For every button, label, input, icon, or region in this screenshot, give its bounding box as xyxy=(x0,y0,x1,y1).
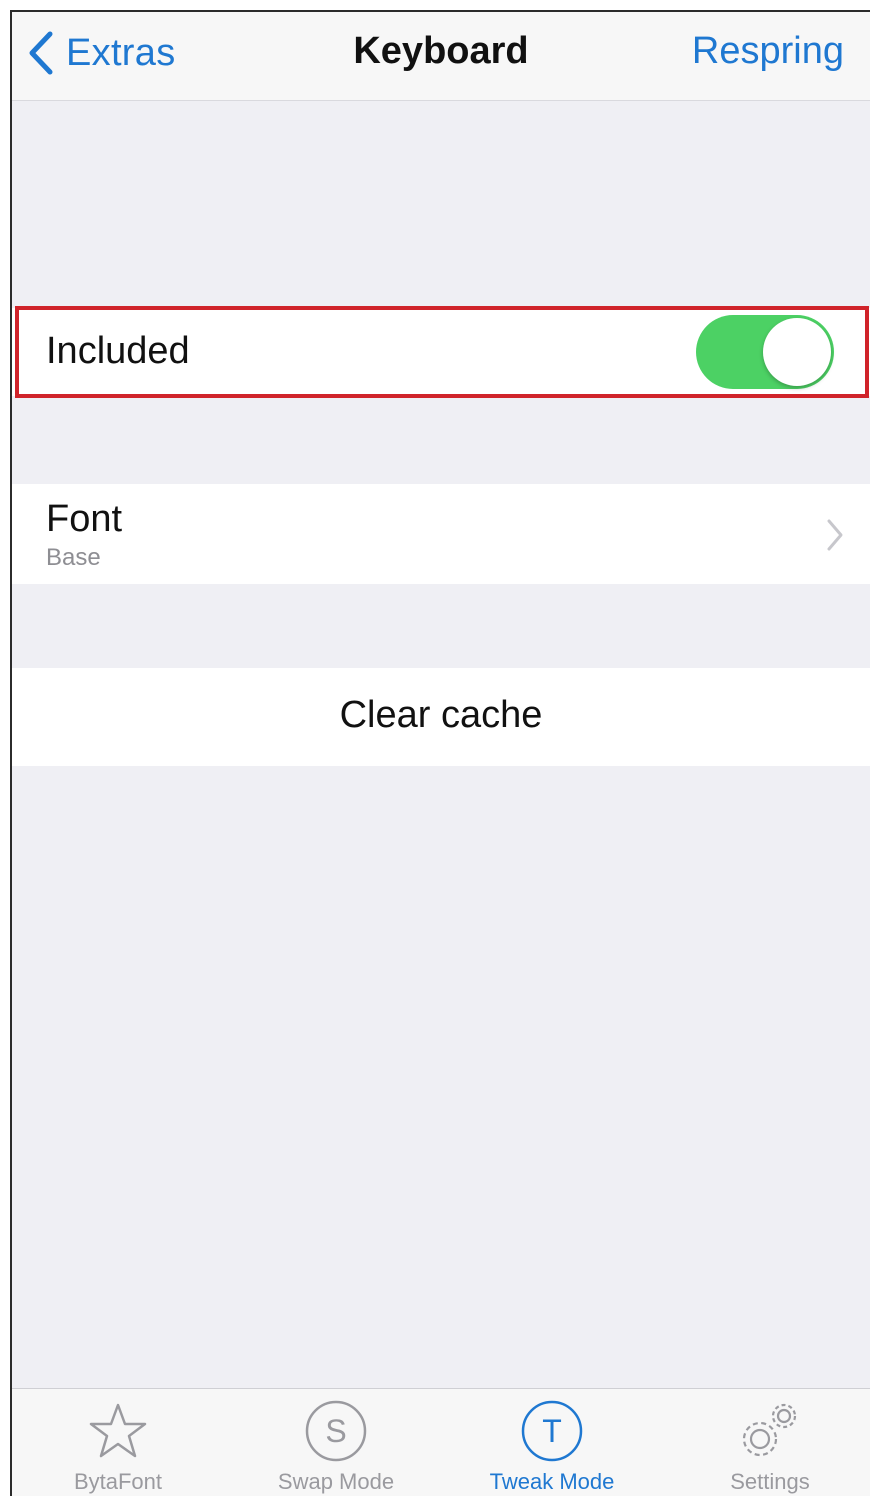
s-circle-icon: S xyxy=(305,1400,367,1462)
gears-icon xyxy=(742,1403,797,1457)
font-value: Base xyxy=(46,544,101,571)
svg-text:S: S xyxy=(325,1413,346,1449)
font-row[interactable]: Font Base xyxy=(12,484,870,584)
t-circle-icon: T xyxy=(521,1400,583,1462)
clear-cache-button[interactable]: Clear cache xyxy=(12,668,870,766)
tab-tweak-mode[interactable]: T Tweak Mode xyxy=(452,1399,652,1496)
included-row: Included xyxy=(12,308,870,396)
tab-swap-mode[interactable]: S Swap Mode xyxy=(236,1399,436,1496)
tab-bar: BytaFont S Swap Mode T Tweak Mode Settin… xyxy=(12,1388,870,1496)
respring-button[interactable]: Respring xyxy=(692,30,844,73)
tab-label: BytaFont xyxy=(73,1469,163,1494)
included-toggle[interactable] xyxy=(696,315,834,389)
svg-text:T: T xyxy=(542,1413,562,1449)
clear-cache-label: Clear cache xyxy=(339,694,543,736)
included-label: Included xyxy=(46,330,190,372)
toggle-knob xyxy=(763,318,831,386)
tab-label: Tweak Mode xyxy=(489,1469,615,1494)
navigation-bar: Extras Keyboard Respring xyxy=(12,12,870,101)
tab-bytafont[interactable]: BytaFont xyxy=(18,1399,218,1496)
font-label: Font xyxy=(46,498,123,540)
tab-label: Swap Mode xyxy=(277,1469,395,1494)
star-icon xyxy=(89,1403,147,1458)
screen: Extras Keyboard Respring Included Font B… xyxy=(10,10,870,1496)
tab-label: Settings xyxy=(730,1469,810,1494)
tab-settings[interactable]: Settings xyxy=(670,1399,870,1496)
chevron-right-icon xyxy=(827,519,843,551)
